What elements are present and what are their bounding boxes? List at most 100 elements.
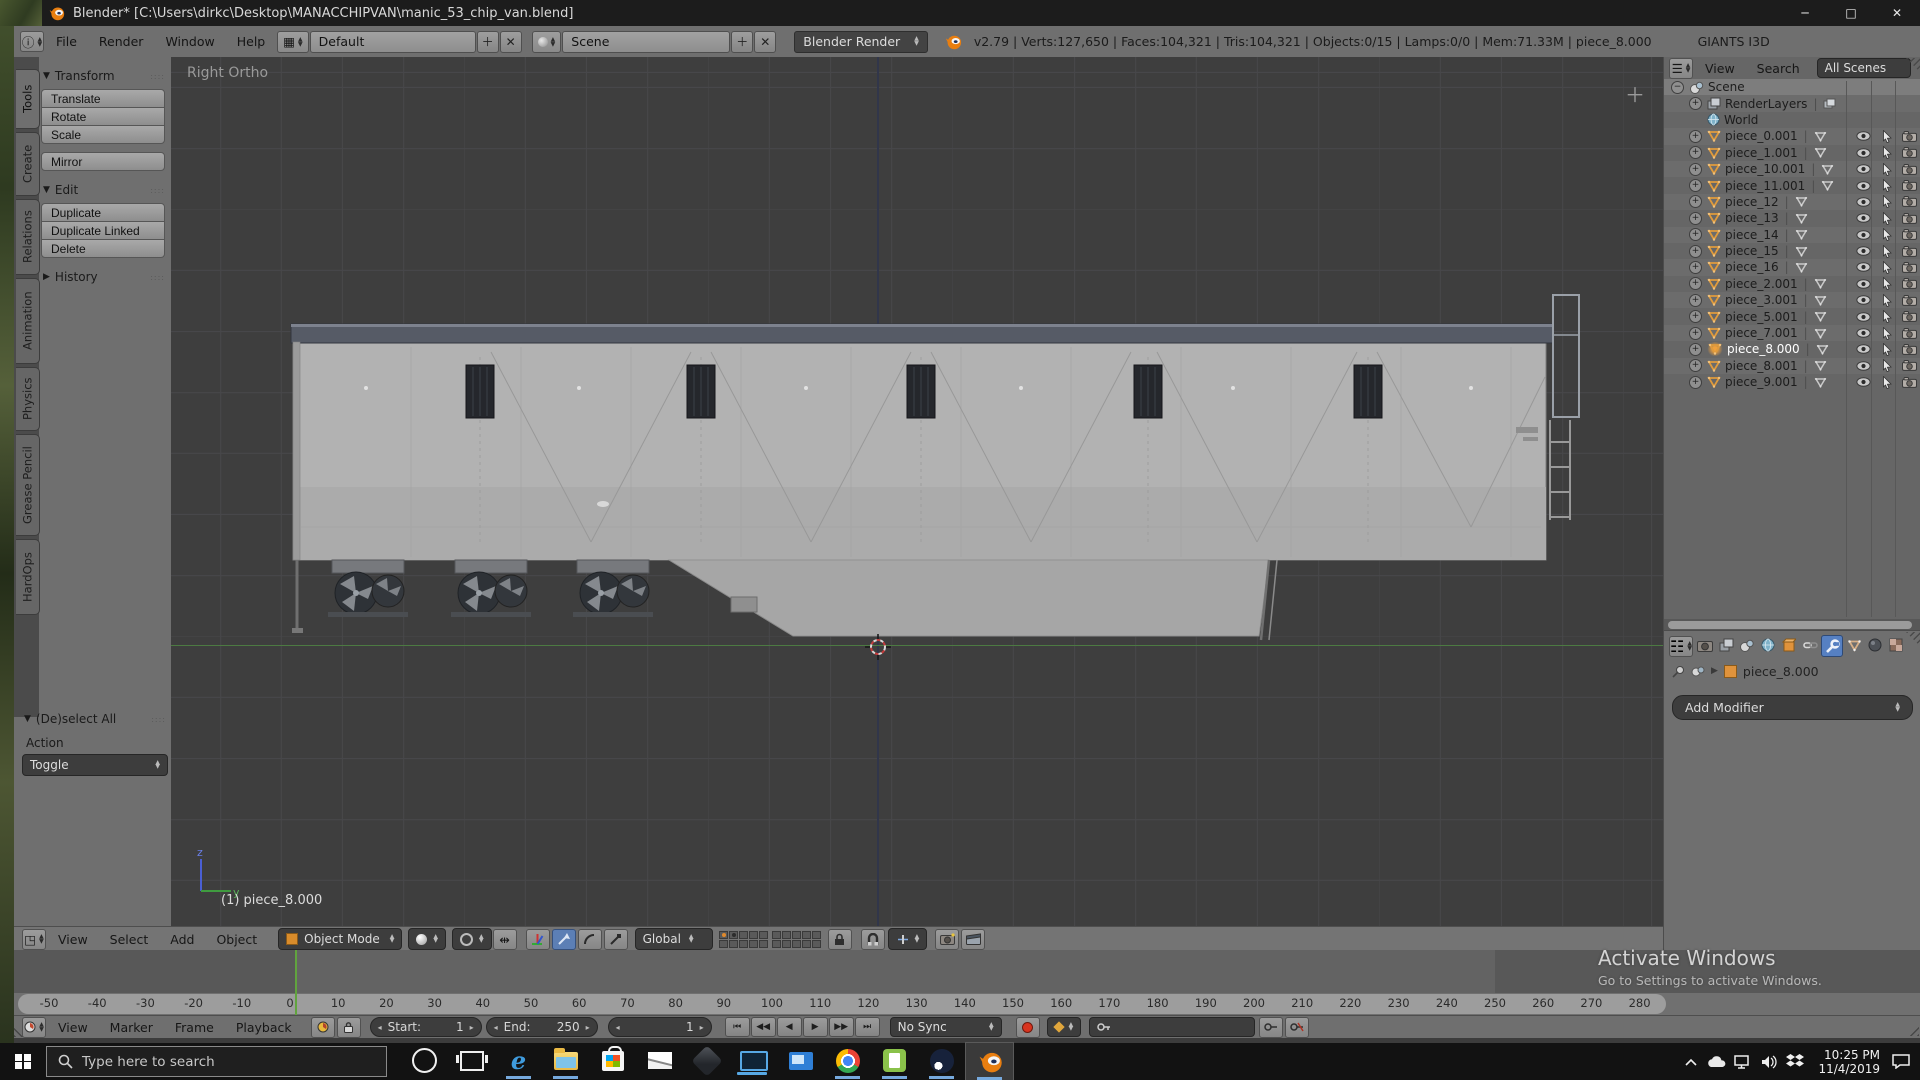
action-center-icon[interactable]	[1888, 1043, 1914, 1080]
taskbar-blender-icon[interactable]	[965, 1042, 1014, 1080]
play-reverse-button[interactable]: ◀	[777, 1017, 802, 1037]
viewport-3d[interactable]: Right Ortho ＋ z y (1) piece_8.000	[171, 57, 1663, 926]
outliner-item-label[interactable]: piece_1.001	[1725, 146, 1798, 160]
taskbar-second-screen-icon[interactable]	[730, 1042, 777, 1079]
current-frame-line[interactable]	[295, 950, 297, 1015]
expand-toggle-icon[interactable]: +	[1689, 277, 1702, 290]
expand-toggle-icon[interactable]: +	[1689, 195, 1702, 208]
next-keyframe-button[interactable]: ▶▶	[829, 1017, 854, 1037]
prev-keyframe-button[interactable]: ◀◀	[751, 1017, 776, 1037]
editor-type-3dview-icon[interactable]: ◳▲▼	[22, 929, 46, 950]
jump-to-end-button[interactable]: ⏭	[855, 1017, 880, 1037]
jump-to-start-button[interactable]: ⏮	[725, 1017, 750, 1037]
sync-mode-select[interactable]: No Sync▲▼	[890, 1017, 1002, 1037]
expand-toggle-icon[interactable]: +	[1689, 146, 1702, 159]
menu-help[interactable]: Help	[226, 34, 277, 49]
properties-tab-world[interactable]	[1758, 635, 1778, 655]
tool-tab-grease-pencil[interactable]: Grease Pencil	[16, 434, 40, 536]
renderability-camera-icon[interactable]	[1898, 328, 1920, 339]
taskbar-search-input[interactable]: Type here to search	[46, 1046, 387, 1077]
outliner-row[interactable]: World	[1664, 112, 1920, 128]
menu-file[interactable]: File	[45, 34, 88, 49]
insert-keyframe-icon[interactable]	[1259, 1017, 1283, 1038]
minimize-button[interactable]: ─	[1782, 0, 1828, 26]
open-sidebar-plus-icon[interactable]: ＋	[1625, 79, 1645, 108]
timeline-menu-frame[interactable]: Frame	[164, 1020, 225, 1035]
outliner-row[interactable]: +piece_10.001|	[1664, 161, 1920, 177]
layer-cell[interactable]	[739, 940, 748, 948]
renderability-camera-icon[interactable]	[1898, 278, 1920, 289]
tray-chevron-icon[interactable]	[1678, 1043, 1704, 1080]
render-animation-clapboard-icon[interactable]	[961, 929, 985, 950]
outliner-item-label[interactable]: piece_5.001	[1725, 310, 1798, 324]
outliner-row[interactable]: +piece_5.001|	[1664, 308, 1920, 324]
outliner-menu-search[interactable]: Search	[1746, 61, 1811, 76]
viewport-menu-add[interactable]: Add	[159, 932, 205, 947]
renderability-camera-icon[interactable]	[1898, 344, 1920, 355]
outliner-row[interactable]: +piece_1.001|	[1664, 145, 1920, 161]
lock-frame-icon[interactable]	[337, 1017, 361, 1038]
translate-arrow-icon[interactable]	[552, 929, 576, 950]
renderability-camera-icon[interactable]	[1898, 196, 1920, 207]
taskbar-chrome-icon[interactable]	[824, 1042, 871, 1079]
properties-tab-constraints[interactable]	[1800, 635, 1820, 655]
renderability-camera-icon[interactable]	[1898, 229, 1920, 240]
frame-end-field[interactable]: ◂End: 250▸	[486, 1017, 598, 1037]
keying-set-field[interactable]	[1089, 1017, 1255, 1037]
layer-cell[interactable]	[729, 940, 738, 948]
outliner-item-label[interactable]: piece_8.000	[1727, 342, 1800, 356]
renderability-camera-icon[interactable]	[1898, 147, 1920, 158]
pivot-select[interactable]: ▲▼	[452, 928, 492, 950]
outliner-row[interactable]: +piece_13|	[1664, 210, 1920, 226]
outliner-row[interactable]: +piece_8.000|	[1664, 341, 1920, 357]
outliner-menu-view[interactable]: View	[1694, 61, 1746, 76]
properties-tab-scene[interactable]	[1737, 635, 1757, 655]
delete-scene-button[interactable]: ✕	[754, 31, 776, 53]
outliner-item-label[interactable]: piece_3.001	[1725, 293, 1798, 307]
expand-toggle-icon[interactable]: +	[1689, 212, 1702, 225]
frame-start-field[interactable]: ◂Start: 1▸	[370, 1017, 482, 1037]
delete-button[interactable]: Delete	[41, 239, 165, 258]
outliner-item-label[interactable]: piece_7.001	[1725, 326, 1798, 340]
timeline-ruler[interactable]: -50-40-30-20-100102030405060708090100110…	[14, 993, 1920, 1015]
expand-toggle-icon[interactable]: +	[1689, 376, 1702, 389]
layer-cell[interactable]	[719, 940, 728, 948]
editor-type-outliner-icon[interactable]: ☰▲▼	[1669, 58, 1693, 79]
scale-button[interactable]: Scale	[41, 125, 165, 144]
renderability-camera-icon[interactable]	[1898, 131, 1920, 142]
onedrive-icon[interactable]	[1704, 1043, 1730, 1080]
renderability-camera-icon[interactable]	[1898, 262, 1920, 273]
delete-layout-button[interactable]: ✕	[500, 31, 522, 53]
outliner-item-label[interactable]: piece_16	[1725, 260, 1779, 274]
tool-tab-hardops[interactable]: HardOps	[16, 539, 40, 615]
viewport-menu-select[interactable]: Select	[99, 932, 160, 947]
tool-tab-tools[interactable]: Tools	[16, 69, 40, 129]
outliner-display-select[interactable]: All Scenes	[1817, 58, 1911, 78]
outliner-row[interactable]: +piece_7.001|	[1664, 325, 1920, 341]
layer-cell[interactable]	[782, 931, 791, 939]
layer-cell[interactable]	[749, 940, 758, 948]
menu-window[interactable]: Window	[154, 34, 225, 49]
layers-widget[interactable]	[719, 931, 821, 948]
outliner-item-label[interactable]: World	[1724, 113, 1758, 127]
renderability-camera-icon[interactable]	[1898, 180, 1920, 191]
translate-manipulator-axis-icon[interactable]	[526, 929, 550, 950]
outliner-row[interactable]: +piece_3.001|	[1664, 292, 1920, 308]
timeline-menu-playback[interactable]: Playback	[225, 1020, 303, 1035]
taskbar-mail-icon[interactable]	[636, 1042, 683, 1079]
mirror-button[interactable]: Mirror	[41, 152, 165, 171]
renderability-camera-icon[interactable]	[1898, 377, 1920, 388]
layer-cell[interactable]	[739, 931, 748, 939]
outliner-item-label[interactable]: piece_0.001	[1725, 129, 1798, 143]
properties-tab-texture[interactable]	[1886, 635, 1906, 655]
layer-cell[interactable]	[772, 931, 781, 939]
renderability-camera-icon[interactable]	[1898, 246, 1920, 257]
outliner-item-label[interactable]: Scene	[1708, 80, 1745, 94]
snap-magnet-icon[interactable]	[861, 929, 885, 950]
layer-cell[interactable]	[749, 931, 758, 939]
outliner-row[interactable]: +piece_11.001|	[1664, 177, 1920, 193]
expand-toggle-icon[interactable]: +	[1689, 294, 1702, 307]
expand-toggle-icon[interactable]: +	[1689, 261, 1702, 274]
outliner-item-label[interactable]: piece_8.001	[1725, 359, 1798, 373]
keying-set-type-select[interactable]: ▲▼	[1047, 1017, 1082, 1037]
